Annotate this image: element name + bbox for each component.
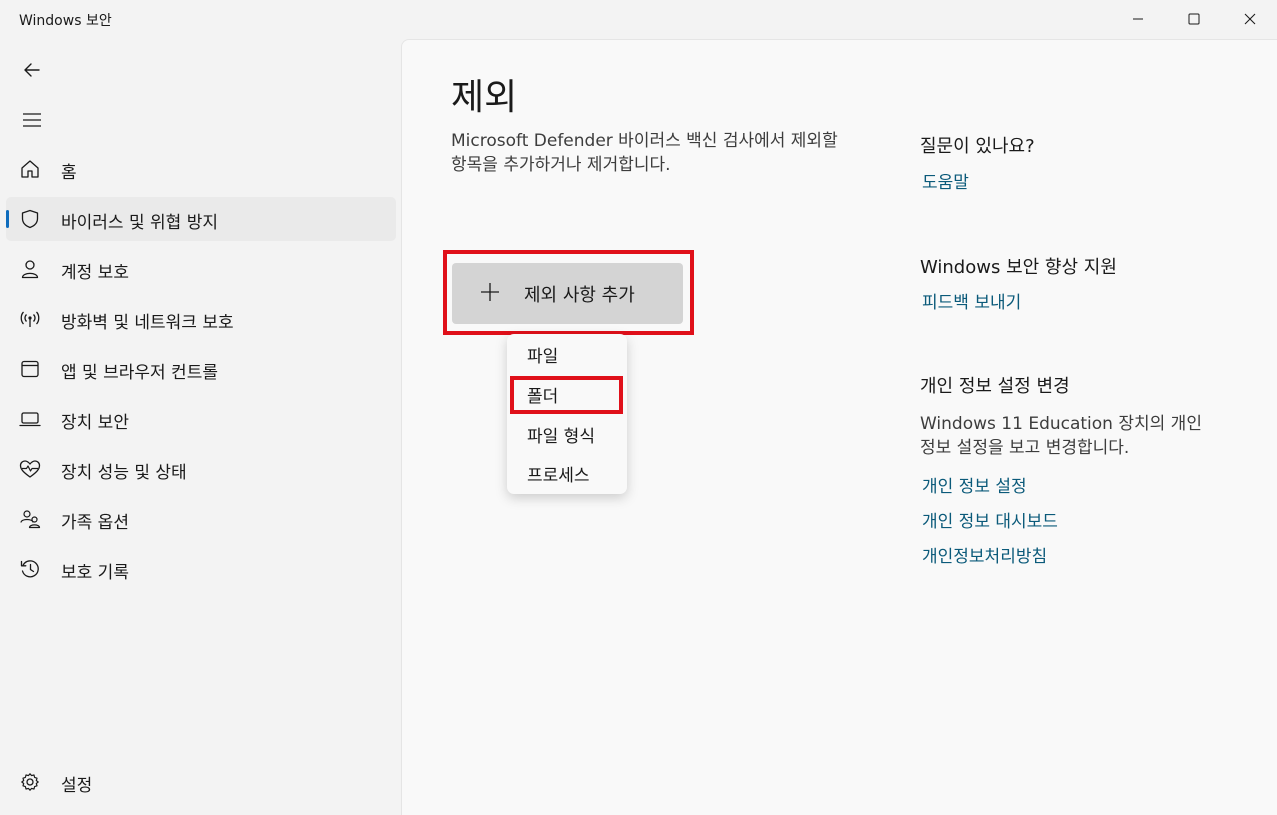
- sidebar-item-label: 장치 보안: [61, 413, 129, 433]
- heart-pulse-icon: [19, 458, 41, 480]
- sidebar-item-account-protection[interactable]: 계정 보호: [6, 247, 396, 291]
- close-button[interactable]: [1222, 0, 1277, 38]
- sidebar-item-label: 바이러스 및 위협 방지: [61, 213, 218, 233]
- sidebar-item-label: 계정 보호: [61, 263, 129, 283]
- sidebar-item-label: 보호 기록: [61, 563, 129, 583]
- title-bar: Windows 보안: [0, 0, 1277, 38]
- sidebar-item-app-browser-control[interactable]: 앱 및 브라우저 컨트롤: [6, 347, 396, 391]
- sidebar-item-home[interactable]: 홈: [6, 147, 396, 191]
- hamburger-menu-button[interactable]: [16, 106, 48, 134]
- shield-icon: [19, 208, 41, 230]
- minimize-icon: [1133, 18, 1143, 20]
- sidebar-item-virus-protection[interactable]: 바이러스 및 위협 방지: [6, 197, 396, 241]
- sidebar-item-label: 방화벽 및 네트워크 보호: [61, 313, 234, 333]
- laptop-icon: [19, 408, 41, 430]
- highlight-box-folder: [510, 376, 623, 414]
- family-icon: [19, 508, 41, 530]
- hamburger-icon: [23, 113, 41, 127]
- sidebar-item-family-options[interactable]: 가족 옵션: [6, 497, 396, 541]
- privacy-description: Windows 11 Education 장치의 개인 정보 설정을 보고 변경…: [920, 414, 1202, 458]
- sidebar-item-label: 가족 옵션: [61, 513, 129, 533]
- wireless-icon: [19, 308, 41, 330]
- sidebar-item-label: 홈: [61, 163, 77, 183]
- app-title: Windows 보안: [19, 13, 112, 29]
- feedback-link[interactable]: 피드백 보내기: [922, 288, 1021, 313]
- add-exclusion-button[interactable]: 제외 사항 추가: [452, 263, 683, 324]
- sidebar-item-firewall[interactable]: 방화벽 및 네트워크 보호: [6, 297, 396, 341]
- maximize-icon: [1188, 13, 1200, 25]
- sidebar-item-label: 설정: [61, 776, 93, 796]
- selection-indicator: [6, 210, 9, 228]
- menu-item-process[interactable]: 프로세스: [527, 461, 590, 486]
- sidebar-item-device-security[interactable]: 장치 보안: [6, 397, 396, 441]
- privacy-statement-link[interactable]: 개인정보처리방침: [922, 542, 1047, 567]
- privacy-heading: 개인 정보 설정 변경: [920, 376, 1070, 397]
- improve-heading: Windows 보안 향상 지원: [920, 257, 1117, 278]
- privacy-dashboard-link[interactable]: 개인 정보 대시보드: [922, 507, 1058, 532]
- back-button[interactable]: [16, 56, 48, 84]
- sidebar-item-label: 앱 및 브라우저 컨트롤: [61, 363, 218, 383]
- person-icon: [19, 258, 41, 280]
- maximize-button[interactable]: [1166, 0, 1222, 38]
- sidebar-item-device-performance[interactable]: 장치 성능 및 상태: [6, 447, 396, 491]
- menu-item-file-type[interactable]: 파일 형식: [527, 422, 595, 447]
- exclusion-type-menu: 파일 폴더 파일 형식 프로세스: [507, 334, 627, 494]
- home-icon: [19, 158, 41, 180]
- page-title: 제외: [451, 77, 518, 118]
- back-arrow-icon: [24, 63, 40, 77]
- history-icon: [19, 558, 41, 580]
- sidebar-item-protection-history[interactable]: 보호 기록: [6, 547, 396, 591]
- add-exclusion-label: 제외 사항 추가: [524, 285, 635, 306]
- windows-security-window: Windows 보안 홈 바이러스 및 위협 방지 계정 보호 방화벽 및 네트…: [0, 0, 1277, 815]
- minimize-button[interactable]: [1110, 0, 1166, 38]
- gear-icon: [19, 771, 41, 793]
- menu-item-file[interactable]: 파일: [527, 342, 558, 367]
- help-heading: 질문이 있나요?: [920, 136, 1035, 157]
- sidebar-item-label: 장치 성능 및 상태: [61, 463, 187, 483]
- privacy-settings-link[interactable]: 개인 정보 설정: [922, 472, 1027, 497]
- close-icon: [1244, 13, 1256, 25]
- sidebar-item-settings[interactable]: 설정: [6, 760, 396, 804]
- help-link[interactable]: 도움말: [922, 168, 969, 193]
- page-description: Microsoft Defender 바이러스 백신 검사에서 제외할 항목을 …: [451, 131, 838, 175]
- plus-icon: [481, 283, 499, 301]
- browser-window-icon: [19, 358, 41, 380]
